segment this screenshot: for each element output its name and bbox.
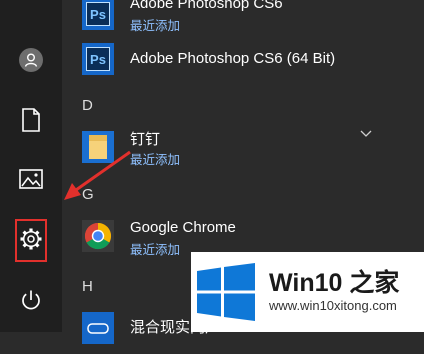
watermark-brand: Win10 之家 bbox=[269, 269, 400, 297]
watermark: Win10 之家 www.win10xitong.com bbox=[191, 252, 424, 332]
windows-logo-icon bbox=[197, 263, 255, 321]
watermark-url: www.win10xitong.com bbox=[269, 298, 397, 313]
